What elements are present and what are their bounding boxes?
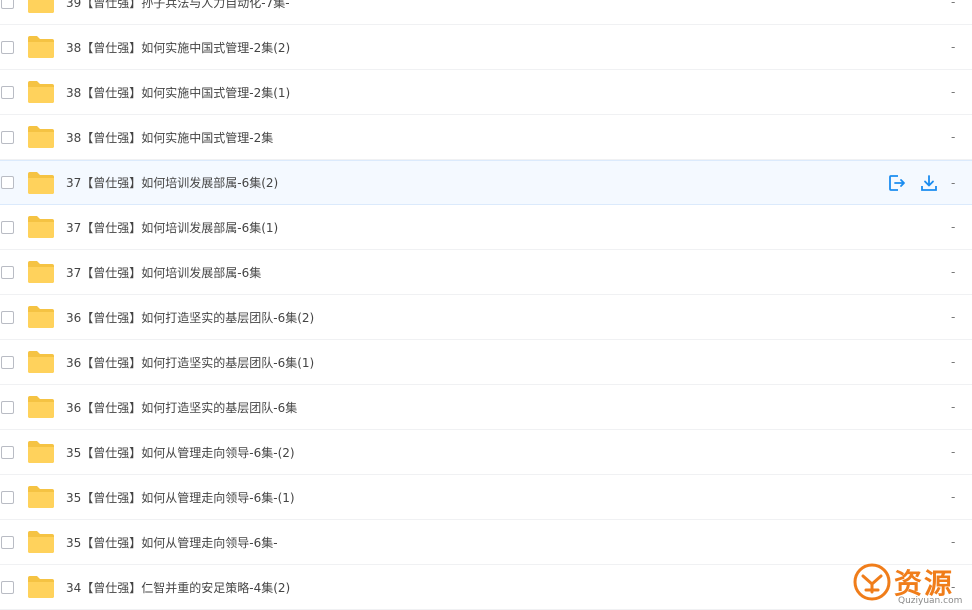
file-row[interactable]: 35【曾仕强】如何从管理走向领导-6集- - xyxy=(0,520,972,565)
file-row[interactable]: 37【曾仕强】如何培训发展部属-6集(2) - xyxy=(0,160,972,205)
file-size: - xyxy=(951,265,956,279)
file-size: - xyxy=(951,85,956,99)
file-size: - xyxy=(951,400,956,414)
row-checkbox[interactable] xyxy=(1,490,14,504)
folder-icon xyxy=(27,260,55,284)
file-name[interactable]: 36【曾仕强】如何打造坚实的基层团队-6集(2) xyxy=(66,309,314,326)
file-size: - xyxy=(951,175,956,190)
folder-icon xyxy=(27,215,55,239)
folder-icon xyxy=(27,575,55,599)
file-name[interactable]: 35【曾仕强】如何从管理走向领导-6集-(1) xyxy=(66,489,295,506)
row-checkbox[interactable] xyxy=(1,445,14,459)
folder-icon xyxy=(27,485,55,509)
folder-icon xyxy=(27,350,55,374)
file-row[interactable]: 34【曾仕强】仁智并重的安足策略-4集(2) - xyxy=(0,565,972,610)
file-name[interactable]: 36【曾仕强】如何打造坚实的基层团队-6集(1) xyxy=(66,354,314,371)
file-name[interactable]: 36【曾仕强】如何打造坚实的基层团队-6集 xyxy=(66,399,297,416)
folder-icon xyxy=(27,530,55,554)
file-size: - xyxy=(951,40,956,54)
file-name[interactable]: 38【曾仕强】如何实施中国式管理-2集(2) xyxy=(66,39,290,56)
watermark-subtitle: Quziyuan.com xyxy=(898,596,963,606)
row-checkbox[interactable] xyxy=(1,535,14,549)
folder-icon xyxy=(27,80,55,104)
file-row[interactable]: 36【曾仕强】如何打造坚实的基层团队-6集(1) - xyxy=(0,340,972,385)
file-name[interactable]: 38【曾仕强】如何实施中国式管理-2集 xyxy=(66,129,273,146)
file-name[interactable]: 39【曾仕强】孙子兵法与人力自动化-7集- xyxy=(66,0,290,11)
row-checkbox[interactable] xyxy=(1,400,14,414)
row-checkbox[interactable] xyxy=(1,176,14,189)
row-checkbox[interactable] xyxy=(1,265,14,279)
folder-icon xyxy=(27,305,55,329)
row-checkbox[interactable] xyxy=(1,85,14,99)
folder-icon xyxy=(27,171,55,195)
folder-icon xyxy=(27,125,55,149)
download-icon[interactable] xyxy=(919,173,939,193)
file-name[interactable]: 37【曾仕强】如何培训发展部属-6集 xyxy=(66,264,261,281)
row-checkbox[interactable] xyxy=(1,0,14,9)
file-size: - xyxy=(951,220,956,234)
row-checkbox[interactable] xyxy=(1,130,14,144)
folder-icon xyxy=(27,440,55,464)
file-size: - xyxy=(951,355,956,369)
file-row[interactable]: 35【曾仕强】如何从管理走向领导-6集-(2) - xyxy=(0,430,972,475)
watermark-logo-icon xyxy=(853,563,891,601)
row-checkbox[interactable] xyxy=(1,40,14,54)
row-checkbox[interactable] xyxy=(1,580,14,594)
file-list: 39【曾仕强】孙子兵法与人力自动化-7集- -38【曾仕强】如何实施中国式管理-2… xyxy=(0,0,972,610)
row-checkbox[interactable] xyxy=(1,355,14,369)
file-row[interactable]: 35【曾仕强】如何从管理走向领导-6集-(1) - xyxy=(0,475,972,520)
file-row[interactable]: 38【曾仕强】如何实施中国式管理-2集(2) - xyxy=(0,25,972,70)
file-row[interactable]: 39【曾仕强】孙子兵法与人力自动化-7集- - xyxy=(0,0,972,25)
folder-icon xyxy=(27,395,55,419)
file-size: - xyxy=(951,490,956,504)
row-checkbox[interactable] xyxy=(1,310,14,324)
file-row[interactable]: 36【曾仕强】如何打造坚实的基层团队-6集 - xyxy=(0,385,972,430)
file-row[interactable]: 38【曾仕强】如何实施中国式管理-2集 - xyxy=(0,115,972,160)
file-name[interactable]: 38【曾仕强】如何实施中国式管理-2集(1) xyxy=(66,84,290,101)
file-size: - xyxy=(951,0,956,9)
file-row[interactable]: 36【曾仕强】如何打造坚实的基层团队-6集(2) - xyxy=(0,295,972,340)
file-name[interactable]: 37【曾仕强】如何培训发展部属-6集(2) xyxy=(66,174,278,191)
file-size: - xyxy=(951,310,956,324)
row-checkbox[interactable] xyxy=(1,220,14,234)
file-name[interactable]: 35【曾仕强】如何从管理走向领导-6集-(2) xyxy=(66,444,295,461)
file-row[interactable]: 38【曾仕强】如何实施中国式管理-2集(1) - xyxy=(0,70,972,115)
row-actions xyxy=(887,173,939,193)
file-size: - xyxy=(951,445,956,459)
file-name[interactable]: 35【曾仕强】如何从管理走向领导-6集- xyxy=(66,534,278,551)
watermark: 资源 Quziyuan.com xyxy=(852,560,972,608)
file-size: - xyxy=(951,130,956,144)
folder-icon xyxy=(27,35,55,59)
file-name[interactable]: 34【曾仕强】仁智并重的安足策略-4集(2) xyxy=(66,579,290,596)
file-name[interactable]: 37【曾仕强】如何培训发展部属-6集(1) xyxy=(66,219,278,236)
file-row[interactable]: 37【曾仕强】如何培训发展部属-6集 - xyxy=(0,250,972,295)
file-row[interactable]: 37【曾仕强】如何培训发展部属-6集(1) - xyxy=(0,205,972,250)
file-size: - xyxy=(951,535,956,549)
share-icon[interactable] xyxy=(887,173,907,193)
folder-icon xyxy=(27,0,55,14)
